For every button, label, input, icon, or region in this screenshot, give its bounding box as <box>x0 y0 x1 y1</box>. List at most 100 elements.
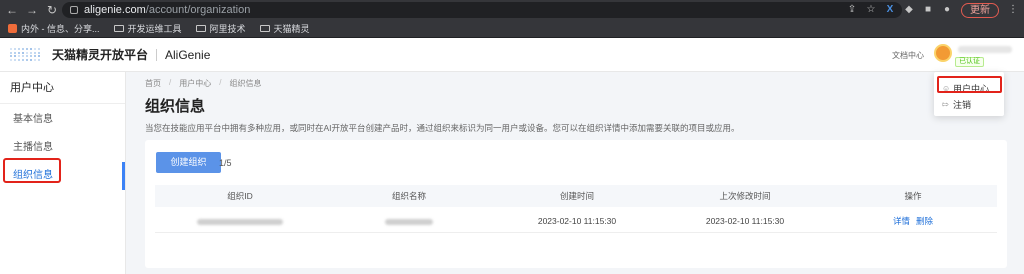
sidebar-item-basic-info[interactable]: 基本信息 <box>0 106 125 134</box>
url-path: /account/organization <box>145 4 251 16</box>
profile-icon[interactable]: ● <box>942 5 952 15</box>
browser-toolbar: ← → ↻ aligenie.com/account/organization … <box>0 0 1024 20</box>
page-title: 组织信息 <box>145 98 206 115</box>
bookmark-item[interactable]: 天猫精灵 <box>259 22 310 35</box>
highlight-box <box>937 76 1002 93</box>
logo-dot <box>34 51 36 54</box>
address-bar[interactable]: aligenie.com/account/organization <box>62 2 902 18</box>
logo-dot <box>18 58 20 61</box>
logo-dot <box>22 48 24 51</box>
org-name-cell <box>325 209 493 232</box>
create-organization-button[interactable]: 创建组织 <box>156 152 221 173</box>
breadcrumb-separator: / <box>169 78 172 87</box>
bookmark-item[interactable]: 内外 - 信息、分享... <box>8 22 100 35</box>
logo-dot <box>34 55 36 58</box>
logo-dot <box>10 55 12 58</box>
redacted-text <box>197 218 283 225</box>
bookmarks-bar: 内外 - 信息、分享... 开发运维工具 阿里技术 天猫精灵 <box>0 20 1024 38</box>
forward-icon[interactable]: → <box>24 2 40 18</box>
logo-dot <box>30 48 32 51</box>
logo-dot <box>14 51 16 54</box>
logo-dot <box>18 48 20 51</box>
bookmark-label: 开发运维工具 <box>127 24 182 34</box>
folder-icon <box>195 25 206 32</box>
bookmark-item[interactable]: 开发运维工具 <box>113 22 182 35</box>
table-header: 组织ID 组织名称 创建时间 上次修改时间 操作 <box>155 185 997 207</box>
doc-center-link[interactable]: 文档中心 <box>892 50 924 61</box>
menu-item-label: 注销 <box>953 100 972 110</box>
quota-count: 1/5 <box>219 158 232 168</box>
logo-dot <box>38 48 40 51</box>
column-header: 操作 <box>904 191 922 201</box>
details-link[interactable]: 详情 <box>893 216 910 226</box>
logo-dot <box>18 55 20 58</box>
back-icon[interactable]: ← <box>4 2 20 18</box>
bookmark-item[interactable]: 阿里技术 <box>195 22 246 35</box>
org-id-cell <box>155 209 325 232</box>
modified-time-cell: 2023-02-10 11:15:30 <box>705 216 785 226</box>
bookmark-label: 阿里技术 <box>209 24 246 34</box>
logo-dot <box>34 58 36 61</box>
table-row: 2023-02-10 11:15:30 2023-02-10 11:15:30 … <box>155 209 997 233</box>
menu-icon[interactable]: ⋮ <box>1008 5 1018 15</box>
update-button[interactable]: 更新 <box>961 2 999 18</box>
logo-dot <box>26 51 28 54</box>
logo-dot <box>22 55 24 58</box>
folder-icon <box>113 25 124 32</box>
organization-card: 创建组织 1/5 组织ID 组织名称 创建时间 上次修改时间 操作 2023-0… <box>145 140 1007 268</box>
puzzle-icon[interactable]: ◆ <box>904 5 914 15</box>
divider <box>156 48 158 61</box>
breadcrumb-current: 组织信息 <box>229 79 262 88</box>
logo-dot <box>38 58 40 61</box>
logo-dot <box>30 51 32 54</box>
logo-dot <box>10 58 12 61</box>
breadcrumb-user-center[interactable]: 用户中心 <box>179 78 211 89</box>
lock-icon <box>70 6 78 14</box>
breadcrumb: 首页 / 用户中心 / 组织信息 <box>145 78 261 89</box>
page-description: 当您在技能应用平台中拥有多种应用，或同时在AI开放平台创建产品时，通过组织来标识… <box>145 123 740 133</box>
avatar[interactable] <box>934 44 952 62</box>
breadcrumb-home[interactable]: 首页 <box>145 78 161 89</box>
created-time-cell: 2023-02-10 11:15:30 <box>537 216 617 226</box>
logo-dot <box>34 48 36 51</box>
user-name-blurred[interactable] <box>958 46 1012 53</box>
logo-dot <box>22 51 24 54</box>
share-icon[interactable]: ⇪ <box>847 5 857 15</box>
folder-icon <box>259 25 270 32</box>
site-title[interactable]: 天猫精灵开放平台 <box>52 46 148 63</box>
extension-x-icon[interactable]: X <box>885 5 895 15</box>
column-header: 创建时间 <box>559 191 594 201</box>
logo-dot <box>14 48 16 51</box>
site-header: 天猫精灵开放平台 AliGenie 文档中心 已认证 <box>0 38 1024 72</box>
delete-link[interactable]: 删除 <box>916 216 933 226</box>
star-icon[interactable]: ☆ <box>866 5 876 15</box>
app-icon <box>8 24 17 33</box>
column-header: 上次修改时间 <box>719 191 771 201</box>
logo-dot <box>14 58 16 61</box>
bookmark-label: 内外 - 信息、分享... <box>21 24 100 34</box>
breadcrumb-separator: / <box>219 78 222 87</box>
logout-icon: ⇰ <box>942 99 949 109</box>
verified-badge: 已认证 <box>955 57 984 67</box>
logo-dot <box>18 51 20 54</box>
logo-dot <box>26 55 28 58</box>
highlight-box <box>3 158 61 183</box>
actions-cell: 详情 删除 <box>829 209 997 232</box>
logo-icon[interactable] <box>10 48 40 62</box>
logo-dot <box>26 48 28 51</box>
redacted-text <box>385 218 433 225</box>
menu-item-logout[interactable]: ⇰ 注销 <box>942 98 971 111</box>
sidepanel-icon[interactable]: ■ <box>923 5 933 15</box>
column-header: 组织ID <box>227 191 253 201</box>
bookmark-label: 天猫精灵 <box>273 24 310 34</box>
logo-dot <box>10 51 12 54</box>
reload-icon[interactable]: ↻ <box>44 2 60 18</box>
logo-dot <box>14 55 16 58</box>
logo-dot <box>22 58 24 61</box>
logo-dot <box>38 55 40 58</box>
sidebar-heading: 用户中心 <box>0 72 125 104</box>
logo-dot <box>10 48 12 51</box>
logo-dot <box>26 58 28 61</box>
url-domain: aligenie.com <box>84 4 146 16</box>
logo-dot <box>30 55 32 58</box>
